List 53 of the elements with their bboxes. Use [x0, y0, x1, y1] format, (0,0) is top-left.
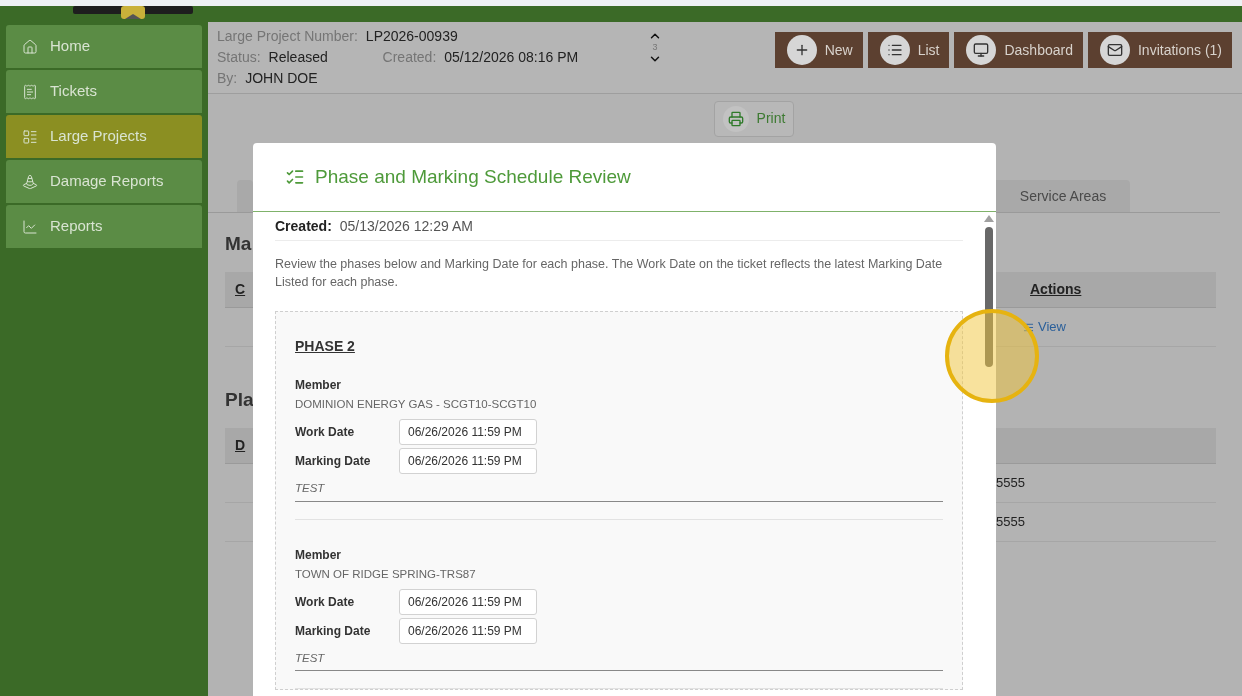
- date-field[interactable]: 06/26/2026 11:59 PM: [399, 448, 537, 475]
- phase-title: PHASE 2: [295, 338, 355, 354]
- section-heading: Ma: [225, 232, 253, 256]
- member-label: Member: [295, 377, 342, 394]
- section-heading: Pla: [225, 388, 253, 412]
- receipt-icon: [22, 83, 38, 100]
- field-label: Marking Date: [295, 622, 372, 640]
- project-number: LP2026-00939: [365, 27, 458, 46]
- column-header[interactable]: D: [235, 435, 246, 456]
- created-value: 05/13/2026 12:29 AM: [339, 216, 473, 236]
- instructions-text: Review the phases below and Marking Date for each phase. The Work Date on the ticket reflects the latest Marking Date Listed for each phase.: [275, 256, 944, 291]
- member-name: DOMINION ENERGY GAS - SCGT10-SCGT10: [295, 397, 538, 412]
- table-cell-text: 5555: [996, 474, 1025, 493]
- list-icon: [886, 42, 903, 58]
- monitor-icon: [973, 42, 990, 58]
- chart-icon: [22, 218, 38, 235]
- cone-icon: [22, 173, 38, 190]
- column-header[interactable]: Actions: [1030, 279, 1082, 300]
- field-label: Created:: [382, 48, 437, 67]
- table-cell-text: 5555: [996, 513, 1025, 532]
- status-value: Released: [268, 48, 329, 67]
- mail-icon: [1106, 42, 1123, 58]
- toolbar-button[interactable]: Invitations (1): [1087, 32, 1232, 68]
- toolbar-button[interactable]: List: [867, 32, 950, 68]
- field-label: By:: [217, 69, 238, 88]
- date-field[interactable]: 06/26/2026 11:59 PM: [399, 419, 537, 446]
- scroll-up-icon[interactable]: [984, 215, 994, 222]
- date-field[interactable]: 06/26/2026 11:59 PM: [399, 617, 537, 644]
- field-label: Marking Date: [295, 453, 372, 471]
- column-header[interactable]: C: [235, 279, 246, 300]
- member-label: Member: [295, 546, 342, 564]
- created-value: 05/12/2026 08:16 PM: [444, 48, 579, 67]
- list-icon: [1023, 321, 1034, 333]
- date-field[interactable]: 06/26/2026 11:59 PM: [399, 588, 537, 615]
- author-value: JOHN DOE: [245, 69, 318, 88]
- note-text: TEST: [295, 649, 943, 671]
- field-label: Status:: [217, 48, 261, 67]
- toolbar-button[interactable]: Dashboard: [954, 32, 1083, 68]
- field-label: Large Project Number:: [217, 27, 358, 46]
- field-label: Work Date: [295, 424, 356, 442]
- toolbar-button[interactable]: New: [774, 32, 863, 68]
- dialog-title: Phase and Marking Schedule Review: [315, 164, 631, 189]
- member-name: TOWN OF RIDGE SPRING-TRS87: [295, 566, 477, 582]
- printer-icon: [727, 110, 744, 127]
- checklist-icon: [285, 167, 305, 187]
- view-link[interactable]: View: [1023, 317, 1066, 337]
- home-icon: [22, 38, 38, 55]
- tab[interactable]: Service Areas: [996, 180, 1130, 212]
- list-icon: [22, 128, 38, 145]
- note-text: TEST: [295, 480, 943, 502]
- field-label: Work Date: [295, 593, 356, 611]
- scroll-thumb[interactable]: [985, 227, 993, 367]
- created-label: Created:: [275, 216, 332, 236]
